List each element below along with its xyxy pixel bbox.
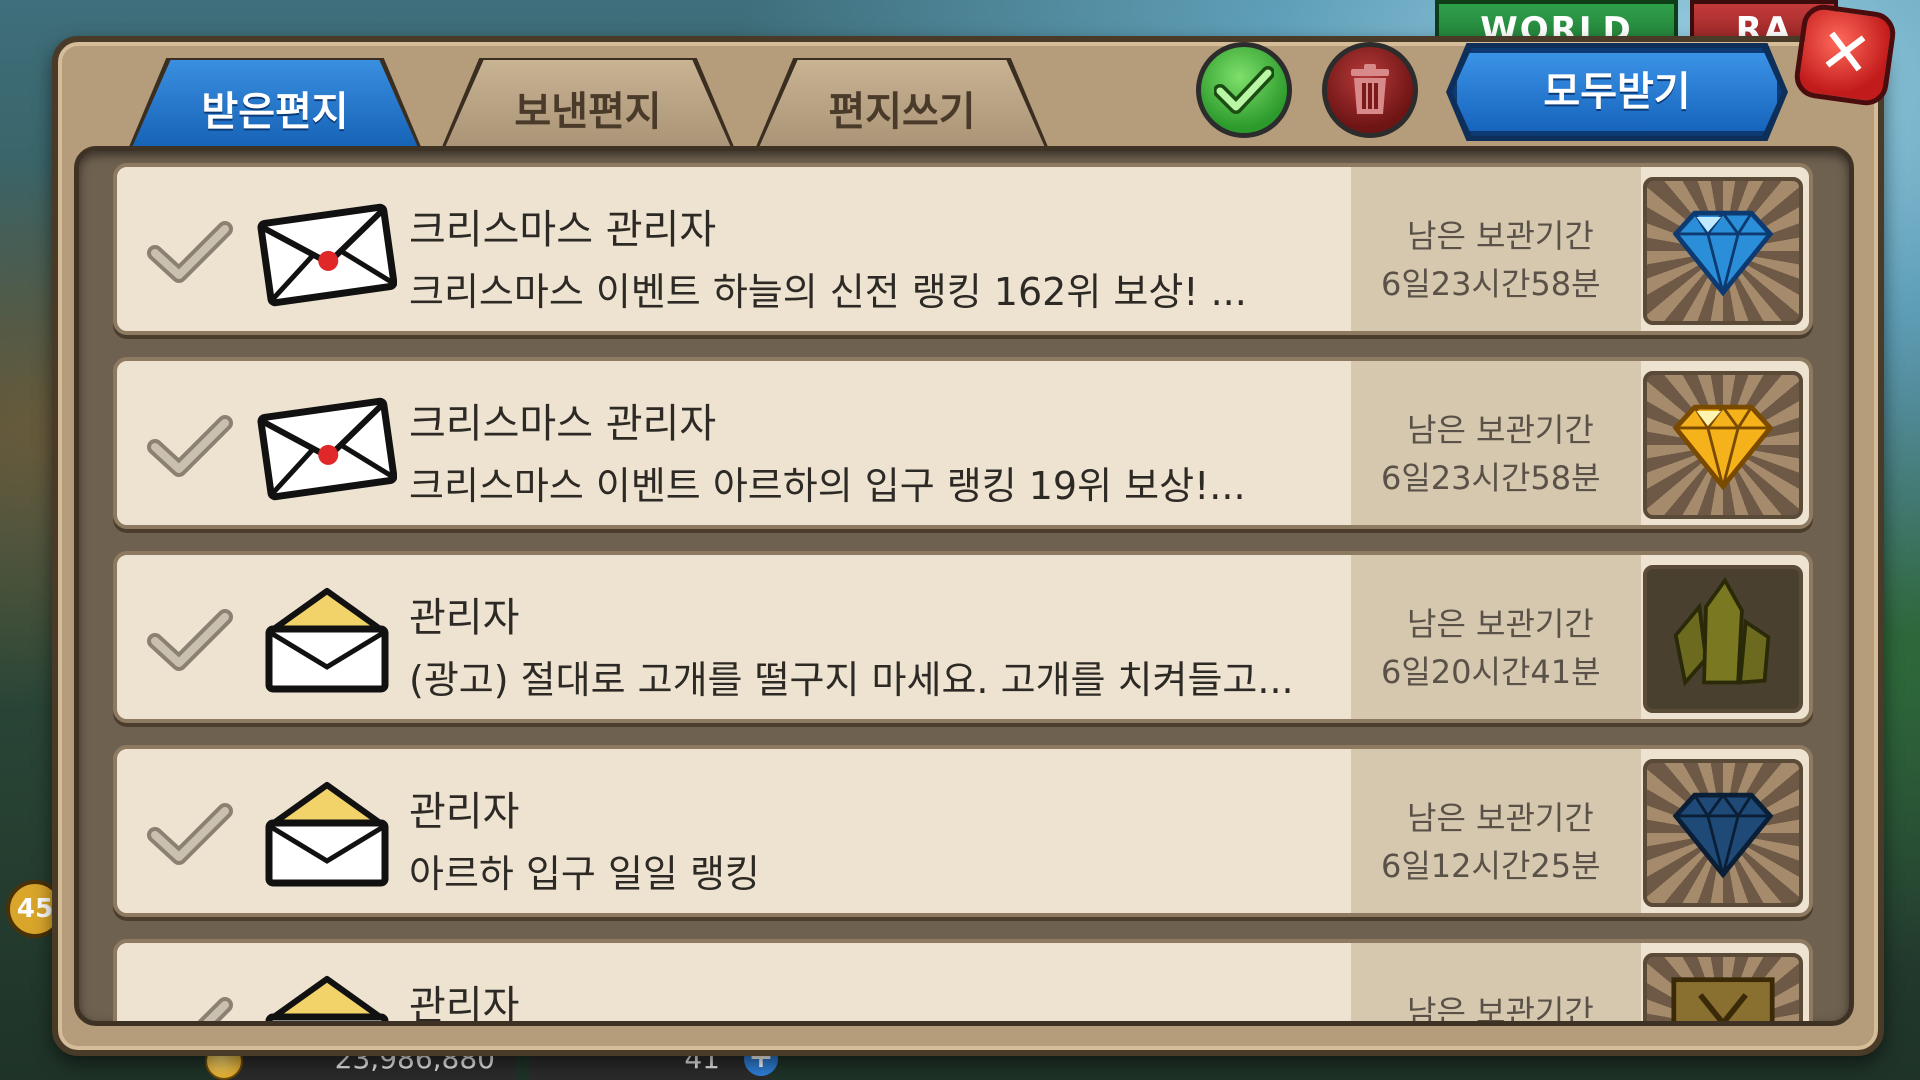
- remain-label: 남은 보관기간: [1407, 411, 1594, 449]
- reward-slot[interactable]: [1643, 565, 1803, 713]
- remain-label: 남은 보관기간: [1407, 993, 1594, 1026]
- close-button[interactable]: ✕: [1791, 1, 1899, 109]
- sealed-envelope-icon: [257, 397, 397, 501]
- open-envelope-icon: [265, 976, 389, 1021]
- reward-slot[interactable]: [1643, 371, 1803, 519]
- mail-row[interactable]: 관리자 (광고) 절대로 고개를 떨구지 마세요. 고개를 치켜들고... 남은…: [113, 551, 1813, 723]
- select-check-icon[interactable]: [145, 605, 235, 675]
- blue-diamond-icon: [1672, 210, 1774, 297]
- tab-compose[interactable]: 편지쓰기: [757, 60, 1047, 152]
- scroll-icon: [1671, 977, 1775, 1021]
- select-check-icon[interactable]: [145, 411, 235, 481]
- select-check-icon[interactable]: [145, 217, 235, 287]
- remain-label: 남은 보관기간: [1407, 217, 1594, 255]
- reward-slot[interactable]: [1643, 953, 1803, 1021]
- mail-subject: (광고) 절대로 고개를 떨구지 마세요. 고개를 치켜들고...: [409, 658, 1294, 702]
- tab-sent-label: 보낸편지: [514, 89, 662, 135]
- remain-time: 6일23시간58분: [1381, 265, 1601, 303]
- mail-row[interactable]: 관리자 아르하 입구 일일 랭킹 남은 보관기간 6일12시간25분: [113, 745, 1813, 917]
- trash-icon: [1351, 64, 1389, 114]
- mail-row[interactable]: 관리자 남은 보관기간: [113, 939, 1813, 1026]
- mail-sender: 관리자: [409, 983, 520, 1026]
- select-check-icon[interactable]: [145, 993, 235, 1026]
- mail-subject: 크리스마스 이벤트 하늘의 신전 랭킹 162위 보상! ...: [409, 270, 1247, 314]
- open-envelope-icon: [265, 588, 389, 693]
- mail-sender: 관리자: [409, 595, 520, 641]
- remain-label: 남은 보관기간: [1407, 799, 1594, 837]
- dark-diamond-icon: [1672, 792, 1774, 879]
- mail-sender: 크리스마스 관리자: [409, 401, 717, 447]
- reward-slot[interactable]: [1643, 759, 1803, 907]
- sealed-envelope-icon: [257, 203, 397, 307]
- reward-slot[interactable]: [1643, 177, 1803, 325]
- mail-subject: 크리스마스 이벤트 아르하의 입구 랭킹 19위 보상!...: [409, 464, 1246, 508]
- remain-time: 6일20시간41분: [1381, 653, 1601, 691]
- mail-sender: 관리자: [409, 789, 520, 835]
- select-check-icon[interactable]: [145, 799, 235, 869]
- mail-list[interactable]: 크리스마스 관리자 크리스마스 이벤트 하늘의 신전 랭킹 162위 보상! .…: [74, 146, 1854, 1026]
- tab-compose-label: 편지쓰기: [828, 89, 976, 135]
- open-envelope-icon: [265, 782, 389, 887]
- mail-row[interactable]: 크리스마스 관리자 크리스마스 이벤트 아르하의 입구 랭킹 19위 보상!..…: [113, 357, 1813, 529]
- tab-inbox-label: 받은편지: [201, 89, 349, 135]
- tab-sent[interactable]: 보낸편지: [443, 60, 733, 152]
- mail-subject: 아르하 입구 일일 랭킹: [409, 852, 760, 896]
- close-icon: ✕: [1814, 12, 1877, 93]
- mail-sender: 크리스마스 관리자: [409, 207, 717, 253]
- remain-time: 6일23시간58분: [1381, 459, 1601, 497]
- check-icon: [1214, 66, 1274, 114]
- crystal-icon: [1673, 576, 1771, 687]
- remain-label: 남은 보관기간: [1407, 605, 1594, 643]
- receive-all-button[interactable]: 모두받기: [1452, 48, 1782, 136]
- delete-button[interactable]: [1322, 42, 1418, 138]
- gold-diamond-icon: [1672, 404, 1774, 491]
- mail-row[interactable]: 크리스마스 관리자 크리스마스 이벤트 하늘의 신전 랭킹 162위 보상! .…: [113, 163, 1813, 335]
- select-all-button[interactable]: [1196, 42, 1292, 138]
- tab-inbox[interactable]: 받은편지: [130, 60, 420, 152]
- remain-time: 6일12시간25분: [1381, 847, 1601, 885]
